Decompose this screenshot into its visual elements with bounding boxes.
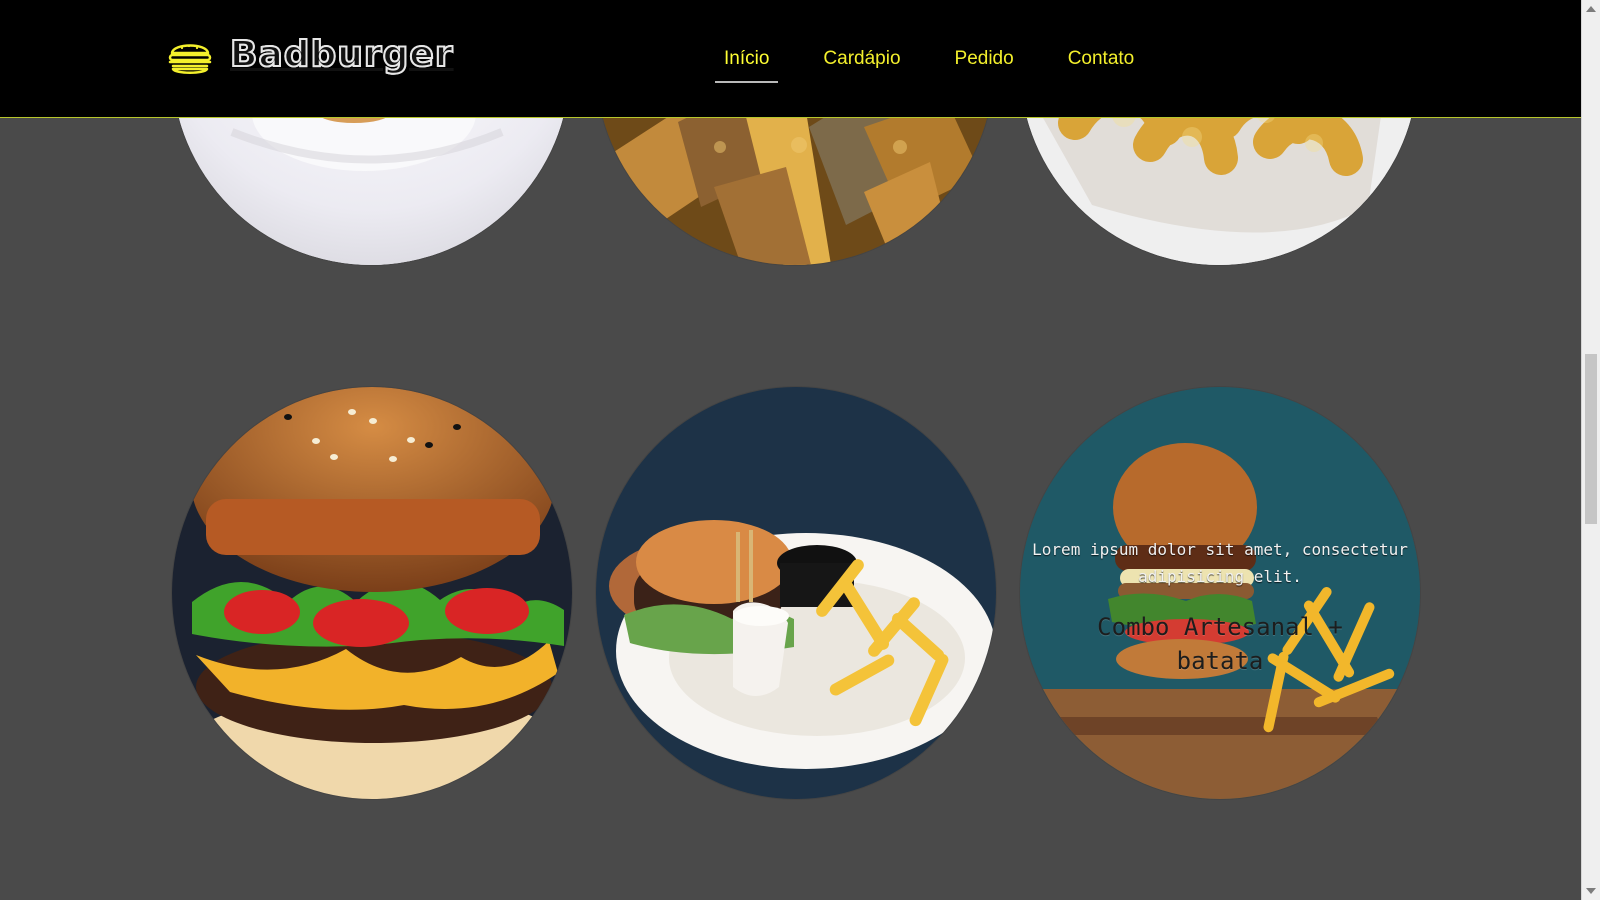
gallery-card-featured-combo[interactable]: Lorem ipsum dolor sit amet, consectetur …: [1020, 387, 1420, 799]
brand-home-link[interactable]: Badburger: [166, 33, 454, 78]
nav-link-cardapio[interactable]: Cardápio: [823, 47, 900, 71]
brand-name: Badburger: [229, 33, 454, 76]
cheeseburger-image: [172, 387, 572, 799]
gallery-card-cheeseburger[interactable]: [172, 387, 572, 799]
burger-plate-image: [596, 387, 996, 799]
scroll-down-icon[interactable]: [1586, 888, 1596, 894]
scroll-thumb[interactable]: [1585, 354, 1597, 524]
gallery-card-burger-plate[interactable]: [596, 387, 996, 799]
site-header: Badburger Início Cardápio Pedido Contato: [0, 0, 1582, 118]
page: Lorem ipsum dolor sit amet, consectetur …: [0, 0, 1600, 900]
nav-link-pedido[interactable]: Pedido: [955, 47, 1014, 71]
nav-link-inicio[interactable]: Início: [714, 47, 779, 83]
vertical-scrollbar[interactable]: [1581, 0, 1600, 900]
scroll-up-icon[interactable]: [1586, 6, 1596, 12]
nav-link-contato[interactable]: Contato: [1068, 47, 1135, 71]
burger-logo-icon: [168, 43, 212, 74]
food-gallery: Lorem ipsum dolor sit amet, consectetur …: [0, 0, 1600, 900]
main-navigation: Início Cardápio Pedido Contato: [714, 47, 1135, 83]
combo-burger-fries-image: [1020, 387, 1420, 799]
